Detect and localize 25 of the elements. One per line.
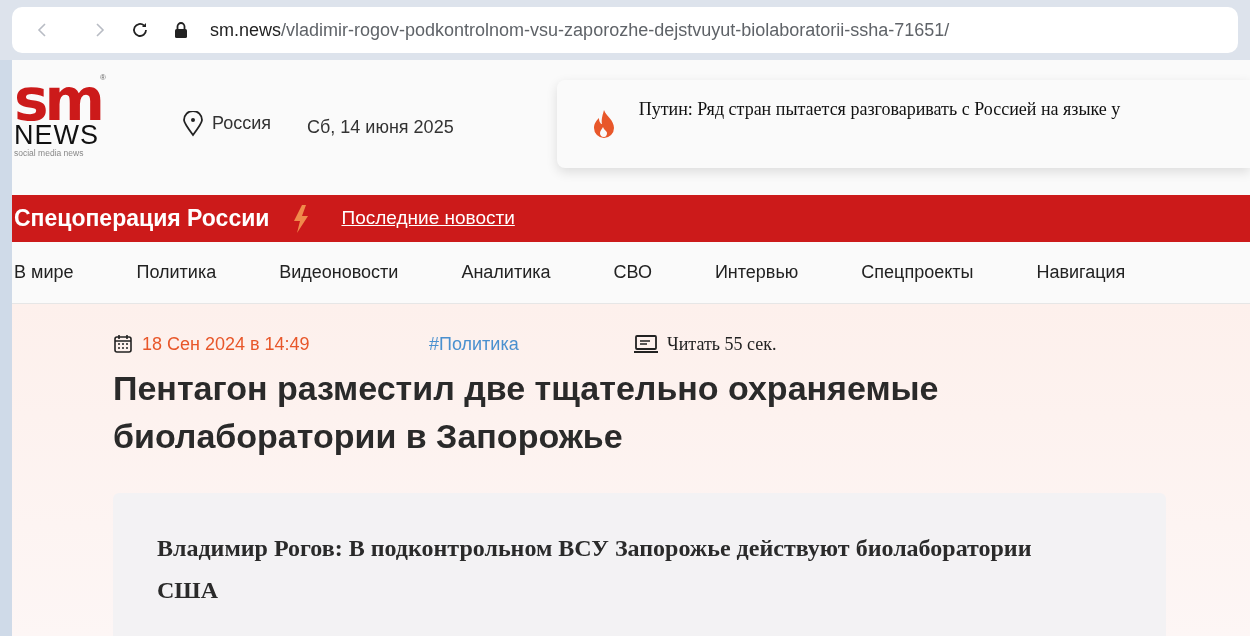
- region-label[interactable]: Россия: [212, 110, 272, 137]
- nav-link[interactable]: Политика: [136, 259, 217, 286]
- nav-link[interactable]: Видеоновости: [279, 259, 399, 286]
- nav-link[interactable]: В мире: [14, 259, 74, 286]
- flame-icon: [592, 109, 615, 139]
- nav-link[interactable]: Спецпроекты: [861, 259, 974, 286]
- back-icon: [37, 22, 47, 38]
- banner-title: Спецоперация России: [14, 204, 270, 234]
- latest-news-link[interactable]: Последние новости: [341, 204, 515, 233]
- laptop-icon: [633, 334, 659, 354]
- nav-link[interactable]: Интервью: [714, 259, 799, 286]
- article-title: Пентагон разместил две тщательно охраняемые биолаборатории в Запорожье: [113, 368, 940, 457]
- article-date: 18 Сен 2024 в 14:49: [142, 332, 311, 356]
- calendar-icon: [113, 334, 133, 354]
- nav-link[interactable]: Аналитика: [461, 259, 551, 286]
- article-lead: Владимир Рогов: В подконтрольном ВСУ Запорожье действуют биолаборатории США: [157, 534, 1033, 605]
- reload-icon: [131, 21, 149, 39]
- current-date: Сб, 14 июня 2025: [307, 116, 454, 139]
- forward-icon: [95, 22, 105, 38]
- read-time: Читать 55 сек.: [667, 332, 777, 356]
- location-pin-icon: [182, 110, 204, 137]
- news-ticker[interactable]: Путин: Ряд стран пытается разговаривать с Россией на языке у: [556, 80, 1250, 168]
- lock-icon: [174, 21, 188, 39]
- nav-link[interactable]: СВО: [613, 259, 652, 286]
- nav-link[interactable]: Навигация: [1036, 259, 1126, 286]
